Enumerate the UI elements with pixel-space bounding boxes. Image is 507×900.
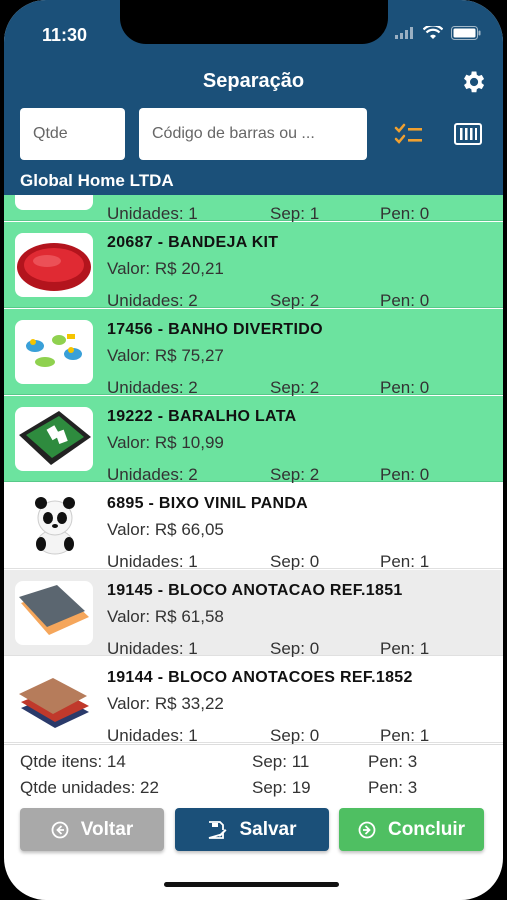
summary-items-pen: Pen: 3 [368, 752, 418, 771]
item-value: Valor: R$ 66,05 [107, 520, 224, 539]
product-image-panda [15, 494, 93, 558]
item-pen: Pen: 0 [380, 291, 430, 310]
item-name: 6895 - BIXO VINIL PANDA [107, 495, 309, 512]
item-sep: Sep: 2 [270, 378, 320, 397]
battery-icon [451, 26, 481, 40]
list-item[interactable]: 17456 - BANHO DIVERTIDO Valor: R$ 75,27 … [4, 309, 503, 397]
list-item[interactable]: Unidades: 1 Sep: 1 Pen: 0 [4, 195, 503, 223]
list-item[interactable]: 6895 - BIXO VINIL PANDA Valor: R$ 66,05 … [4, 483, 503, 571]
product-image-tray [15, 233, 93, 297]
product-image-notepads [15, 668, 93, 732]
summary-items-sep: Sep: 11 [252, 752, 310, 771]
list-item[interactable]: 19144 - BLOCO ANOTACOES REF.1852 Valor: … [4, 657, 503, 744]
item-name: 19222 - BARALHO LATA [107, 408, 297, 425]
gear-icon[interactable] [459, 68, 487, 96]
summary-units-total: Qtde unidades: 22 [20, 778, 159, 797]
company-name: Global Home LTDA [20, 171, 174, 190]
item-pen: Pen: 0 [380, 378, 430, 397]
arrow-right-circle-icon [358, 821, 376, 838]
product-image-bath-toys [15, 320, 93, 384]
summary-units-pen: Pen: 3 [368, 778, 418, 797]
list-item[interactable]: 19145 - BLOCO ANOTACAO REF.1851 Valor: R… [4, 570, 503, 658]
barcode-icon[interactable] [454, 123, 482, 145]
list-check-icon[interactable] [394, 122, 424, 146]
item-sep: Sep: 0 [270, 639, 320, 658]
app-header: 11:30 Separação Qtde Código de barras ou… [4, 0, 503, 195]
item-value: Valor: R$ 75,27 [107, 346, 224, 365]
item-sep: Sep: 2 [270, 291, 320, 310]
product-image-notepad [15, 581, 93, 645]
page-title: Separação [202, 70, 305, 92]
product-image [15, 195, 93, 210]
finish-button[interactable]: Concluir [339, 808, 484, 851]
list-item[interactable]: 19222 - BARALHO LATA Valor: R$ 10,99 Uni… [4, 396, 503, 484]
finish-button-label: Concluir [387, 818, 466, 840]
item-value: Valor: R$ 20,21 [107, 259, 224, 278]
list-item[interactable]: 20687 - BANDEJA KIT Valor: R$ 20,21 Unid… [4, 222, 503, 310]
item-sep: Sep: 0 [270, 552, 320, 571]
item-value: Valor: R$ 33,22 [107, 694, 224, 713]
item-name: 20687 - BANDEJA KIT [107, 234, 279, 251]
item-pen: Pen: 1 [380, 726, 430, 744]
arrow-left-circle-icon [51, 821, 69, 838]
back-button[interactable]: Voltar [20, 808, 164, 851]
device-notch [120, 0, 388, 44]
item-name: 19144 - BLOCO ANOTACOES REF.1852 [107, 669, 413, 686]
save-button-label: Salvar [239, 818, 297, 840]
summary-panel: Qtde itens: 14 Sep: 11 Pen: 3 Qtde unida… [4, 744, 503, 802]
signal-icon [395, 27, 413, 39]
wifi-icon [423, 26, 443, 39]
quantity-input[interactable] [20, 108, 125, 160]
status-icons [395, 26, 481, 40]
back-button-label: Voltar [80, 818, 134, 840]
status-time: 11:30 [42, 25, 88, 45]
item-sep: Sep: 0 [270, 726, 320, 744]
product-list[interactable]: Unidades: 1 Sep: 1 Pen: 0 20687 - BANDEJ… [4, 195, 503, 744]
product-image-card-tin [15, 407, 93, 471]
summary-items-total: Qtde itens: 14 [20, 752, 126, 771]
item-units: Unidades: 1 [107, 639, 198, 658]
item-units: Unidades: 2 [107, 378, 198, 397]
barcode-search-input[interactable] [139, 108, 367, 160]
item-pen: Pen: 1 [380, 552, 430, 571]
save-button[interactable]: Salvar [175, 808, 329, 851]
item-units: Unidades: 1 [107, 552, 198, 571]
item-value: Valor: R$ 10,99 [107, 433, 224, 452]
item-units: Unidades: 1 [107, 726, 198, 744]
item-pen: Pen: 0 [380, 465, 430, 484]
item-value: Valor: R$ 61,58 [107, 607, 224, 626]
home-indicator[interactable] [164, 882, 339, 887]
item-units: Unidades: 2 [107, 465, 198, 484]
item-name: 19145 - BLOCO ANOTACAO REF.1851 [107, 582, 403, 599]
app-screen: 11:30 Separação Qtde Código de barras ou… [4, 0, 503, 900]
item-units: Unidades: 2 [107, 291, 198, 310]
item-units: Unidades: 1 [107, 204, 198, 223]
save-icon [209, 820, 227, 839]
item-name: 17456 - BANHO DIVERTIDO [107, 321, 323, 338]
item-sep: Sep: 1 [270, 204, 320, 223]
summary-units-sep: Sep: 19 [252, 778, 311, 797]
item-sep: Sep: 2 [270, 465, 320, 484]
item-pen: Pen: 1 [380, 639, 430, 658]
item-pen: Pen: 0 [380, 204, 430, 223]
